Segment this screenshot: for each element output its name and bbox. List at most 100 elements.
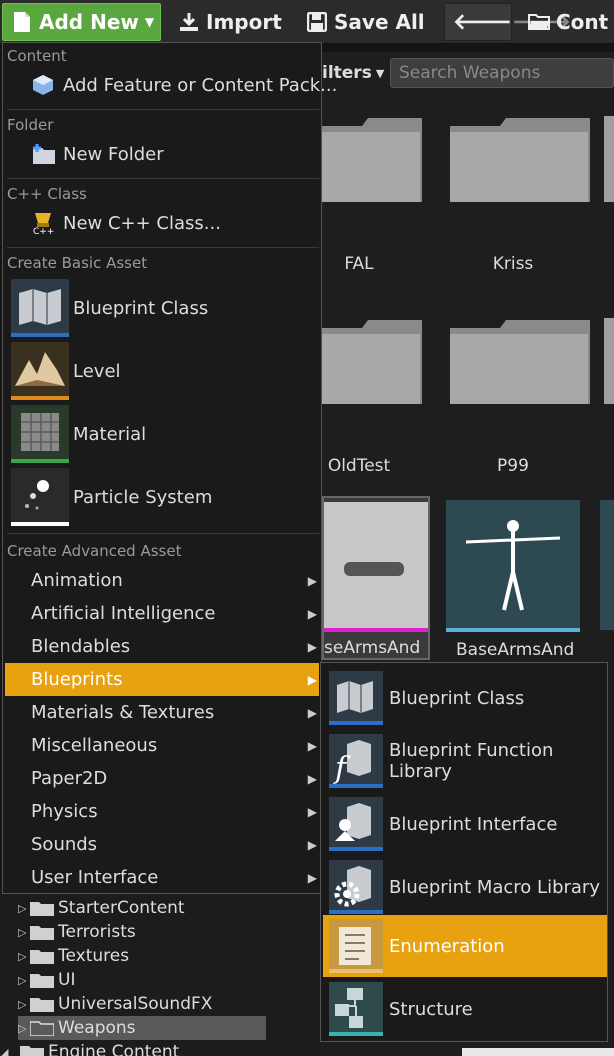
folder-tile-kriss[interactable] — [450, 116, 590, 202]
folder-open-icon — [30, 1021, 54, 1036]
folder-icon — [30, 902, 54, 916]
category-label: Blueprints — [31, 669, 123, 690]
folder-icon — [450, 118, 590, 202]
add-new-menu: Content Add Feature or Content Pack... F… — [2, 42, 337, 894]
basic-asset-level[interactable]: Level — [5, 340, 319, 402]
scrollbar[interactable] — [462, 1048, 614, 1056]
asset-label: seArmsAnd — [324, 638, 421, 658]
import-button[interactable]: Import — [170, 3, 290, 41]
content-path-label: Cont — [556, 10, 609, 34]
submenu-item-label: Blueprint Interface — [389, 813, 558, 835]
category-user-interface[interactable]: User Interface ▶ — [5, 861, 319, 894]
tree-item-selected[interactable]: ▷ Weapons — [18, 1016, 266, 1040]
save-icon — [306, 10, 328, 34]
expand-triangle-icon[interactable]: ▷ — [18, 902, 30, 915]
tree-item[interactable]: ▷ StarterContent — [18, 896, 185, 920]
folder-tile-oldtest[interactable] — [322, 318, 462, 404]
submenu-enumeration[interactable]: Enumeration — [323, 915, 607, 977]
basic-asset-blueprint-class[interactable]: Blueprint Class — [5, 277, 319, 339]
folder-tile-p99[interactable] — [450, 318, 590, 404]
expand-triangle-icon[interactable]: ▷ — [18, 926, 30, 939]
category-materials-textures[interactable]: Materials & Textures ▶ — [5, 696, 319, 729]
section-header-folder: Folder — [7, 116, 54, 134]
content-path-button[interactable]: Cont — [520, 3, 614, 41]
asset-tile-basearms-1[interactable]: seArmsAnd — [322, 496, 430, 660]
folder-icon — [20, 1046, 44, 1056]
category-artificial-intelligence[interactable]: Artificial Intelligence ▶ — [5, 597, 319, 630]
expand-triangle-icon[interactable]: ▷ — [18, 998, 30, 1011]
tree-item-label: UniversalSoundFX — [58, 994, 213, 1014]
tree-item-label: Terrorists — [58, 922, 136, 942]
folder-icon — [604, 116, 614, 202]
category-label: Miscellaneous — [31, 735, 158, 756]
folder-icon — [30, 998, 54, 1012]
folder-icon — [322, 118, 422, 202]
submenu-blueprint-function-library[interactable]: f Blueprint Function Library — [323, 730, 607, 792]
new-cpp-label: New C++ Class... — [63, 212, 221, 234]
submenu-arrow-icon: ▶ — [307, 837, 317, 852]
particle-system-icon — [11, 468, 69, 526]
basic-asset-material[interactable]: Material — [5, 403, 319, 465]
folder-icon — [30, 974, 54, 988]
submenu-arrow-icon: ▶ — [307, 672, 317, 687]
category-paper2d[interactable]: Paper2D ▶ — [5, 762, 319, 795]
expand-triangle-icon[interactable]: ▷ — [18, 1022, 30, 1035]
divider — [7, 109, 319, 110]
import-icon — [178, 10, 200, 34]
blueprint-class-icon — [11, 279, 69, 337]
submenu-structure[interactable]: Structure — [323, 978, 607, 1040]
submenu-arrow-icon: ▶ — [307, 705, 317, 720]
category-sounds[interactable]: Sounds ▶ — [5, 828, 319, 861]
submenu-blueprint-interface[interactable]: Blueprint Interface — [323, 793, 607, 855]
category-physics[interactable]: Physics ▶ — [5, 795, 319, 828]
tree-item-label: Engine Content — [48, 1042, 180, 1056]
submenu-blueprint-macro-library[interactable]: Blueprint Macro Library — [323, 856, 607, 918]
section-header-advanced: Create Advanced Asset — [7, 542, 182, 560]
function-library-icon: f — [329, 734, 383, 788]
basic-asset-particle-system[interactable]: Particle System — [5, 466, 319, 528]
submenu-item-label: Enumeration — [389, 935, 505, 957]
asset-tile-basearms-2[interactable]: BaseArmsAnd — [446, 500, 580, 660]
new-folder-icon — [31, 142, 57, 171]
expand-triangle-icon[interactable]: ◢ — [0, 1046, 20, 1056]
submenu-arrow-icon: ▶ — [307, 804, 317, 819]
folder-icon — [604, 318, 614, 404]
folder-open-icon — [528, 10, 550, 34]
tree-item[interactable]: ◢ Engine Content — [0, 1040, 179, 1056]
section-header-basic: Create Basic Asset — [7, 254, 148, 272]
add-new-label: Add New — [39, 10, 139, 34]
add-feature-pack-item[interactable]: Add Feature or Content Pack... — [5, 67, 337, 103]
skeleton-thumbnail-icon — [446, 500, 580, 630]
category-miscellaneous[interactable]: Miscellaneous ▶ — [5, 729, 319, 762]
basic-asset-label: Level — [73, 360, 121, 382]
category-blendables[interactable]: Blendables ▶ — [5, 630, 319, 663]
category-blueprints[interactable]: Blueprints ▶ — [5, 663, 319, 696]
folder-tile-fal[interactable] — [322, 116, 462, 202]
new-cpp-class-item[interactable]: C++ New C++ Class... — [5, 205, 319, 241]
tree-item[interactable]: ▷ UniversalSoundFX — [18, 992, 212, 1016]
tree-item[interactable]: ▷ Textures — [18, 944, 129, 968]
divider — [7, 533, 319, 534]
search-input[interactable]: Search Weapons — [390, 58, 614, 88]
tree-item[interactable]: ▷ UI — [18, 968, 75, 992]
submenu-arrow-icon: ▶ — [307, 738, 317, 753]
material-icon — [11, 405, 69, 463]
folder-icon — [30, 950, 54, 964]
new-folder-label: New Folder — [63, 143, 164, 165]
expand-triangle-icon[interactable]: ▷ — [18, 950, 30, 963]
section-header-cpp: C++ Class — [7, 185, 87, 203]
folder-label: P99 — [497, 456, 529, 476]
tree-item-label: UI — [58, 970, 76, 990]
divider — [7, 178, 319, 179]
tree-item[interactable]: ▷ Terrorists — [18, 920, 136, 944]
submenu-blueprint-class[interactable]: Blueprint Class — [323, 667, 607, 729]
submenu-arrow-icon: ▶ — [307, 870, 317, 885]
expand-triangle-icon[interactable]: ▷ — [18, 974, 30, 987]
enumeration-icon — [329, 919, 383, 973]
add-new-button[interactable]: Add New ▼ — [2, 3, 161, 41]
back-arrow-icon[interactable]: 🡐 — [453, 9, 512, 35]
save-all-label: Save All — [334, 10, 425, 34]
category-animation[interactable]: Animation ▶ — [5, 564, 319, 597]
save-all-button[interactable]: Save All — [298, 3, 433, 41]
new-folder-item[interactable]: New Folder — [5, 136, 319, 172]
